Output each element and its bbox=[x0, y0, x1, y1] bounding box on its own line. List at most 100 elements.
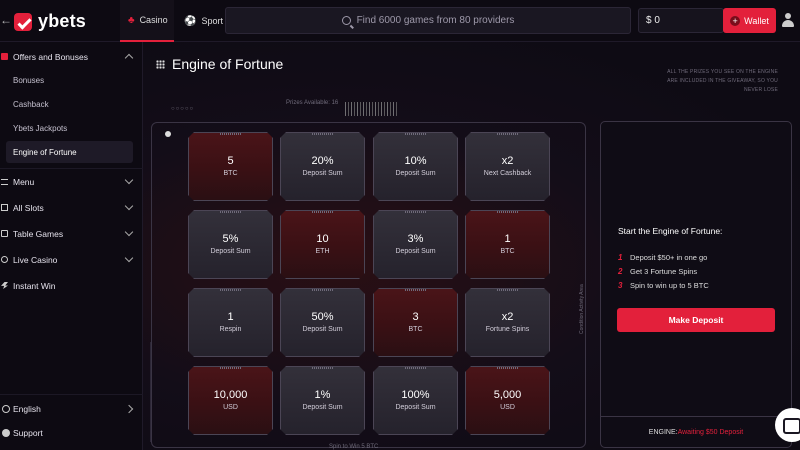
step-text: Spin to win up to 5 BTC bbox=[630, 281, 709, 290]
search-input[interactable]: Find 6000 games from 80 providers bbox=[225, 7, 631, 34]
step-item: 2 Get 3 Fortune Spins bbox=[618, 267, 697, 276]
prize-tile: x2 Fortune Spins bbox=[465, 288, 550, 357]
prize-label: USD bbox=[223, 403, 238, 411]
prize-tile: 100% Deposit Sum bbox=[373, 366, 458, 435]
tile-notch-decoration bbox=[312, 367, 334, 369]
prize-label: Deposit Sum bbox=[302, 169, 343, 177]
panel-title: Start the Engine of Fortune: bbox=[618, 226, 723, 236]
prize-label: Next Cashback bbox=[483, 169, 532, 177]
casino-icon: ♣ bbox=[128, 14, 135, 26]
sidebar-group-all-slots[interactable]: All Slots bbox=[0, 195, 143, 221]
prize-label: ETH bbox=[315, 247, 330, 255]
page-title: Engine of Fortune bbox=[156, 56, 283, 72]
prize-value: 20% bbox=[311, 154, 334, 167]
prize-label: Deposit Sum bbox=[395, 169, 436, 177]
wallet-label: Wallet bbox=[744, 15, 769, 26]
sidebar-group-label: Instant Win bbox=[13, 281, 56, 291]
tile-notch-decoration bbox=[220, 289, 242, 291]
search-placeholder: Find 6000 games from 80 providers bbox=[356, 15, 515, 26]
main-content: Engine of Fortune ALL THE PRIZES YOU SEE… bbox=[143, 42, 800, 450]
prize-label: Respin bbox=[219, 325, 242, 333]
tile-notch-decoration bbox=[312, 289, 334, 291]
prize-value: 5 bbox=[227, 154, 234, 167]
tile-notch-decoration bbox=[497, 289, 519, 291]
prize-tile: 5,000 USD bbox=[465, 366, 550, 435]
tile-notch-decoration bbox=[497, 133, 519, 135]
chevron-up-icon bbox=[124, 53, 134, 63]
balance-value: $ 0 bbox=[646, 15, 660, 26]
step-text: Deposit $50+ in one go bbox=[630, 253, 708, 262]
tile-notch-decoration bbox=[405, 211, 427, 213]
sidebar-group-instant-win[interactable]: Instant Win bbox=[0, 273, 143, 299]
soccer-ball-icon: ⚽ bbox=[184, 15, 197, 27]
tile-notch-decoration bbox=[405, 133, 427, 135]
prize-value: 3% bbox=[407, 232, 424, 245]
sidebar-group-offers[interactable]: Offers and Bonuses bbox=[0, 44, 143, 70]
logo[interactable]: ybets bbox=[14, 11, 86, 32]
sidebar-item-label: Engine of Fortune bbox=[13, 147, 77, 157]
prize-label: Fortune Spins bbox=[485, 325, 530, 333]
prize-tile: 10,000 USD bbox=[188, 366, 273, 435]
prize-tile: 5 BTC bbox=[188, 132, 273, 201]
tile-notch-decoration bbox=[220, 367, 242, 369]
tab-sport[interactable]: ⚽ Sport bbox=[176, 0, 226, 42]
balance-display[interactable]: $ 0 bbox=[638, 8, 724, 33]
prize-label: Deposit Sum bbox=[302, 403, 343, 411]
user-icon[interactable] bbox=[781, 13, 795, 28]
support-link[interactable]: Support bbox=[0, 420, 143, 446]
prize-label: Deposit Sum bbox=[395, 403, 436, 411]
step-number: 3 bbox=[618, 281, 623, 290]
sidebar-group-label: Live Casino bbox=[13, 255, 58, 265]
prize-value: 10,000 bbox=[213, 388, 248, 401]
chevron-down-icon bbox=[124, 201, 134, 211]
sidebar: Offers and Bonuses Bonuses Cashback Ybet… bbox=[0, 42, 143, 450]
sidebar-group-menu[interactable]: Menu bbox=[0, 169, 143, 195]
sidebar-group-label: Offers and Bonuses bbox=[13, 52, 88, 62]
globe-icon bbox=[2, 405, 10, 413]
prize-tile: 3 BTC bbox=[373, 288, 458, 357]
side-label: Condition Activity Area bbox=[579, 284, 585, 334]
prizes-available-label: Prizes Available: 16 bbox=[286, 100, 339, 106]
prize-value: 3 bbox=[412, 310, 419, 323]
prize-label: USD bbox=[500, 403, 515, 411]
prize-tile: 50% Deposit Sum bbox=[280, 288, 365, 357]
prize-value: 1% bbox=[314, 388, 331, 401]
engine-label: ENGINE: bbox=[648, 428, 678, 436]
prize-tile: 1 Respin bbox=[188, 288, 273, 357]
support-label: Support bbox=[13, 428, 43, 438]
sidebar-group-live-casino[interactable]: Live Casino bbox=[0, 247, 143, 273]
prize-value: 1 bbox=[504, 232, 511, 245]
sidebar-item-engine-of-fortune[interactable]: Engine of Fortune bbox=[6, 141, 133, 163]
prize-label: BTC bbox=[500, 247, 515, 255]
prize-value: 10% bbox=[404, 154, 427, 167]
sidebar-group-label: All Slots bbox=[13, 203, 44, 213]
engine-status-value: Awaiting $50 Deposit bbox=[677, 428, 744, 436]
sidebar-item-jackpots[interactable]: Ybets Jackpots bbox=[0, 117, 143, 139]
indicator-dot bbox=[165, 131, 171, 137]
support-icon bbox=[2, 429, 10, 437]
decorative-dots: ○○○○○ bbox=[171, 106, 195, 112]
language-selector[interactable]: English bbox=[0, 396, 143, 422]
sidebar-group-label: Menu bbox=[13, 177, 35, 187]
frame-decoration bbox=[143, 342, 151, 442]
barcode-decoration bbox=[345, 102, 397, 116]
tile-notch-decoration bbox=[220, 211, 242, 213]
chevron-right-icon bbox=[124, 404, 134, 414]
make-deposit-button[interactable]: Make Deposit bbox=[617, 308, 775, 332]
wallet-button[interactable]: + Wallet bbox=[723, 8, 776, 33]
prize-value: 100% bbox=[401, 388, 430, 401]
sidebar-group-table-games[interactable]: Table Games bbox=[0, 221, 143, 247]
prize-label: BTC bbox=[408, 325, 423, 333]
tile-notch-decoration bbox=[312, 211, 334, 213]
prize-value: 5,000 bbox=[493, 388, 522, 401]
prize-tile: 1 BTC bbox=[465, 210, 550, 279]
collapse-arrow-icon[interactable]: ← bbox=[0, 13, 12, 27]
tab-casino[interactable]: ♣ Casino bbox=[120, 0, 174, 42]
tile-notch-decoration bbox=[497, 367, 519, 369]
tab-casino-label: Casino bbox=[139, 15, 168, 25]
step-number: 2 bbox=[618, 267, 623, 276]
sidebar-item-bonuses[interactable]: Bonuses bbox=[0, 69, 143, 91]
step-number: 1 bbox=[618, 253, 623, 262]
sidebar-item-cashback[interactable]: Cashback bbox=[0, 93, 143, 115]
sidebar-item-label: Cashback bbox=[13, 99, 49, 109]
